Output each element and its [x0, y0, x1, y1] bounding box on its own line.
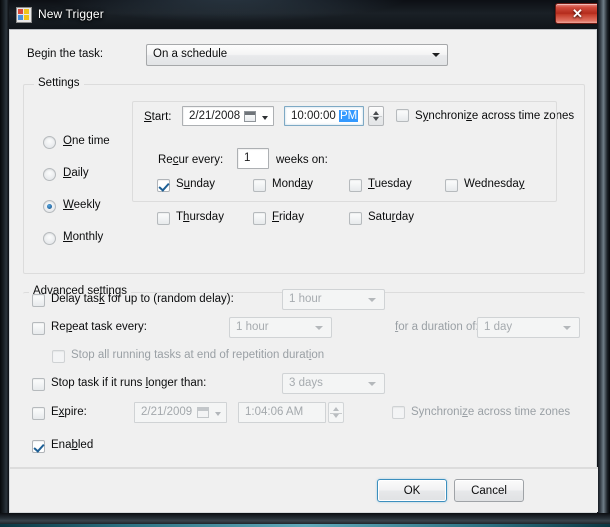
repeat-task-label: Repeat task every:: [51, 321, 147, 333]
checkbox-expire[interactable]: [32, 407, 45, 420]
checkbox-stop-task-longer[interactable]: [32, 378, 45, 391]
checkbox-thursday[interactable]: [157, 212, 170, 225]
checkbox-monday-label: Monday: [272, 178, 313, 190]
dialog-button-bar: OK Cancel: [10, 468, 598, 512]
delay-task-value: 1 hour: [289, 293, 322, 305]
chevron-down-icon: [368, 381, 376, 386]
delay-task-label: Delay task for up to (random delay):: [51, 293, 234, 305]
radio-weekly[interactable]: Weekly: [43, 198, 133, 216]
window-frame-right: [597, 0, 610, 527]
close-button[interactable]: ✕: [555, 3, 600, 24]
expire-date-value: 2/21/2009: [141, 406, 193, 418]
calendar-dropdown-icon[interactable]: [215, 412, 221, 416]
checkbox-delay-task[interactable]: [32, 294, 45, 307]
spinner-down-icon[interactable]: [333, 414, 339, 418]
recur-interval-value: 1: [244, 152, 251, 164]
settings-group-title: Settings: [34, 77, 84, 89]
weeks-on-label: weeks on:: [276, 154, 328, 166]
stop-task-longer-label: Stop task if it runs longer than:: [51, 377, 207, 389]
delay-task-dropdown[interactable]: 1 hour: [282, 289, 385, 310]
radio-weekly-indicator: [43, 200, 56, 213]
duration-value: 1 day: [484, 321, 513, 333]
expire-time-value: 1:04:06 AM: [245, 406, 304, 418]
stop-task-longer-dropdown[interactable]: 3 days: [282, 373, 385, 394]
begin-task-combobox[interactable]: On a schedule: [146, 44, 448, 66]
duration-label: for a duration of:: [395, 321, 479, 333]
checkbox-friday-label: Friday: [272, 211, 304, 223]
radio-daily-label: Daily: [63, 167, 89, 179]
cancel-button[interactable]: Cancel: [454, 479, 524, 502]
checkbox-tuesday[interactable]: [349, 179, 362, 192]
checkbox-thursday-label: Thursday: [176, 211, 224, 223]
expire-label: Expire:: [51, 406, 87, 418]
window-frame-left: [0, 0, 9, 527]
begin-task-value: On a schedule: [153, 48, 228, 60]
radio-one-time-indicator: [43, 136, 56, 149]
calendar-icon: [197, 407, 209, 418]
radio-monthly-label: Monthly: [63, 231, 104, 243]
radio-one-time[interactable]: One time: [43, 134, 133, 152]
window-frame: New Trigger ✕ Begin the task: On a sched…: [0, 0, 610, 527]
checkbox-repeat-task[interactable]: [32, 322, 45, 335]
window-title: New Trigger: [38, 7, 104, 21]
stop-all-running-label: Stop all running tasks at end of repetit…: [71, 349, 325, 361]
radio-weekly-label: Weekly: [63, 199, 101, 211]
radio-one-time-label: One time: [63, 135, 110, 147]
begin-task-row: Begin the task: On a schedule: [23, 44, 585, 66]
close-icon: ✕: [572, 5, 583, 21]
sync-timezones-expire-label: Synchronize across time zones: [411, 406, 571, 418]
recur-interval-field[interactable]: 1: [237, 148, 269, 169]
enabled-label: Enabled: [51, 439, 94, 451]
checkbox-sunday-label: Sunday: [176, 178, 216, 190]
radio-monthly-indicator: [43, 232, 56, 245]
chevron-down-icon: [368, 297, 376, 302]
chevron-down-icon: [432, 53, 440, 57]
checkbox-sunday[interactable]: [157, 179, 170, 192]
checkbox-stop-all-running[interactable]: [52, 350, 65, 363]
checkbox-sync-timezones-expire[interactable]: [392, 406, 405, 419]
radio-monthly[interactable]: Monthly: [43, 230, 133, 248]
expire-date-field[interactable]: 2/21/2009: [134, 402, 227, 423]
checkbox-enabled[interactable]: [32, 440, 45, 453]
checkbox-tuesday-label: Tuesday: [368, 178, 412, 190]
recur-every-label: Recur every:: [158, 154, 224, 166]
checkbox-friday[interactable]: [253, 212, 266, 225]
dialog-client-area: Begin the task: On a schedule Settings O…: [9, 29, 598, 513]
task-scheduler-icon: [16, 7, 32, 23]
checkbox-wednesday[interactable]: [445, 179, 458, 192]
ok-button[interactable]: OK: [377, 479, 447, 502]
checkbox-monday[interactable]: [253, 179, 266, 192]
begin-task-label: Begin the task:: [27, 48, 104, 60]
chevron-down-icon: [563, 325, 571, 330]
chevron-down-icon: [315, 325, 323, 330]
checkbox-saturday-label: Saturday: [368, 211, 415, 223]
stop-task-longer-value: 3 days: [289, 377, 323, 389]
repeat-task-dropdown[interactable]: 1 hour: [229, 317, 332, 338]
expire-time-spinner[interactable]: [328, 402, 344, 423]
checkbox-saturday[interactable]: [349, 212, 362, 225]
spinner-up-icon[interactable]: [333, 407, 339, 411]
checkbox-wednesday-label: Wednesday: [464, 178, 525, 190]
duration-dropdown[interactable]: 1 day: [477, 317, 580, 338]
expire-time-field[interactable]: 1:04:06 AM: [238, 402, 326, 423]
radio-daily-indicator: [43, 168, 56, 181]
repeat-task-value: 1 hour: [236, 321, 269, 333]
radio-daily[interactable]: Daily: [43, 166, 133, 184]
title-bar: New Trigger ✕: [0, 0, 610, 29]
